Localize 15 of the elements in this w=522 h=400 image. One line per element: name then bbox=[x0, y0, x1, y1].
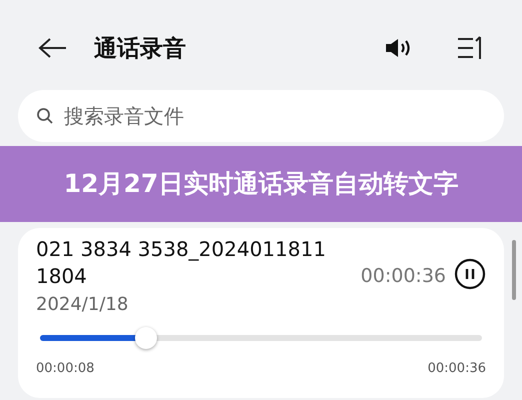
back-arrow-icon[interactable] bbox=[38, 37, 68, 59]
page-title: 通话录音 bbox=[94, 34, 186, 64]
total-time: 00:00:36 bbox=[428, 361, 486, 376]
recording-name: 021 3834 3538_20240118111804 bbox=[36, 236, 327, 290]
scrollbar[interactable] bbox=[512, 240, 516, 300]
recording-duration: 00:00:36 bbox=[360, 264, 446, 289]
progress-slider[interactable] bbox=[40, 327, 482, 349]
headline-text: 12月27日实时通话录音自动转文字 bbox=[64, 168, 458, 200]
search-field[interactable]: 搜索录音文件 bbox=[18, 90, 504, 142]
recording-date: 2024/1/18 bbox=[36, 294, 130, 315]
slider-thumb[interactable] bbox=[135, 327, 158, 349]
recording-card[interactable]: 021 3834 3538_20240118111804 00:00:36 2024/1/18 00:00:08 00:00:36 bbox=[18, 228, 504, 398]
pause-icon[interactable] bbox=[454, 258, 486, 290]
elapsed-time: 00:00:08 bbox=[36, 361, 94, 376]
search-icon bbox=[36, 107, 54, 125]
